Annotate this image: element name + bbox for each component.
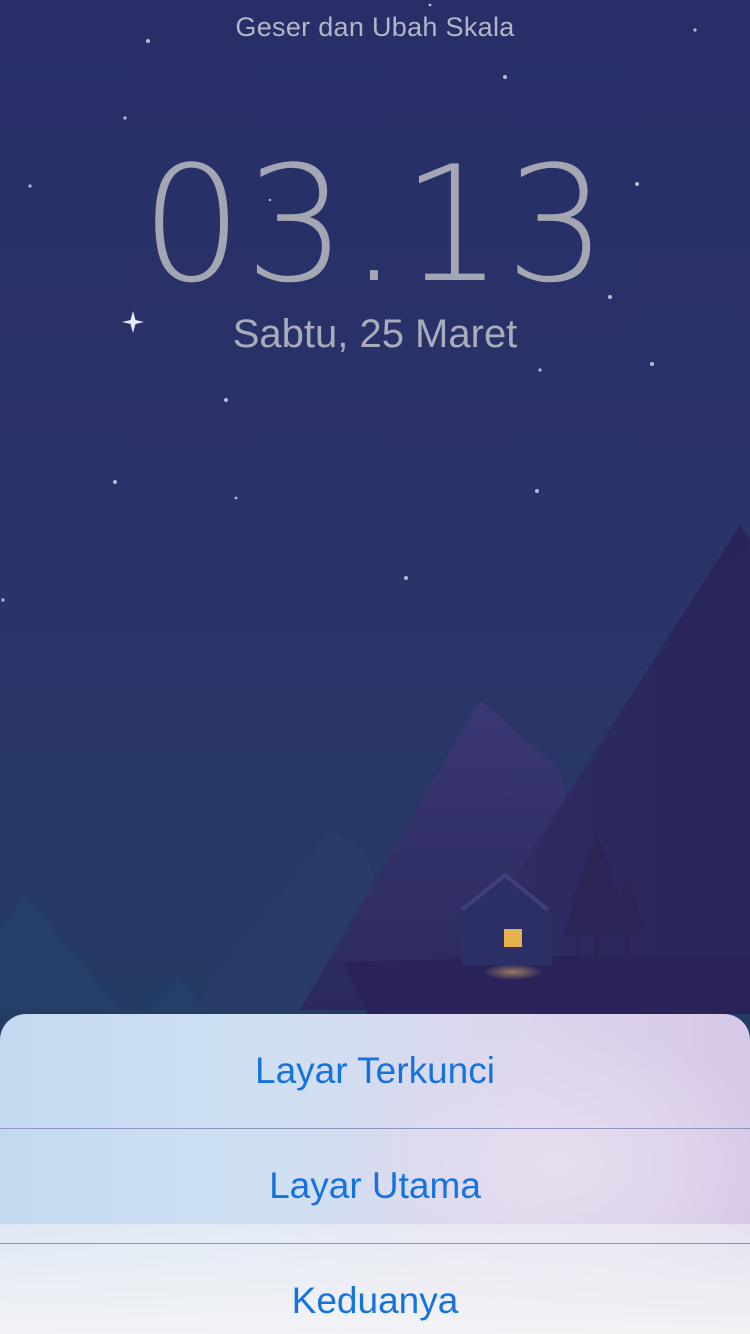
option-home-screen-button[interactable]: Layar Utama — [0, 1128, 750, 1243]
lock-screen: Geser dan Ubah Skala 03.13 Sabtu, 25 Mar… — [0, 0, 750, 1334]
clock-time: 03.13 — [140, 131, 610, 318]
option-both-button[interactable]: Keduanya — [0, 1243, 750, 1334]
cabin-window — [504, 929, 522, 947]
option-lock-screen-button[interactable]: Layar Terkunci — [0, 1014, 750, 1128]
clock-date: Sabtu, 25 Maret — [232, 312, 518, 356]
swipe-hint: Geser dan Ubah Skala — [235, 12, 515, 42]
action-sheet: Layar Terkunci Layar Utama Keduanya — [0, 1014, 750, 1334]
